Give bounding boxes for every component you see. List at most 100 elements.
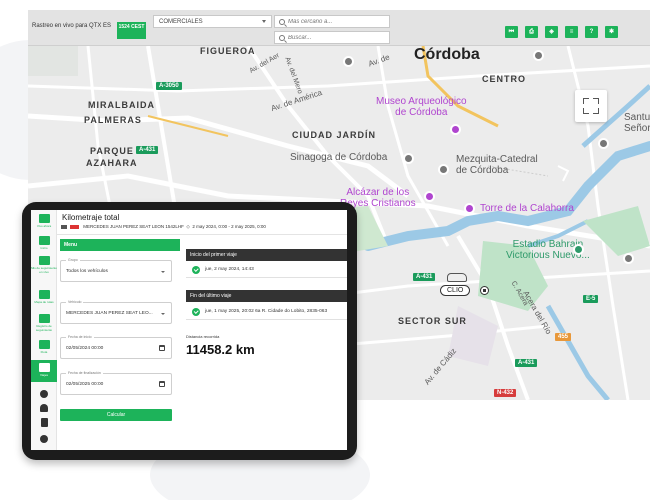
start-date-field[interactable]: Fecha de inicio 02/05/2024 00:00 (60, 335, 172, 359)
sidebar-item-live[interactable]: Vivo ahora (31, 214, 57, 228)
end-date-field[interactable]: Fecha de finalización 02/05/2025 00:00 (60, 371, 172, 395)
sidebar-item-tracking[interactable]: Mis de seguimiento en vivo (31, 256, 57, 274)
header-subtitle: MERCEDES JUAN PEREZ SEAT LEON 1542LHF ◇ … (61, 224, 266, 230)
road-badge-a431: A-431 (413, 273, 436, 281)
home-icon (38, 236, 50, 245)
poi-mezquita-label: Mezquita-Catedral de Córdoba (456, 154, 538, 176)
category-select[interactable]: COMERCIALES (153, 15, 272, 28)
menu-bar: Menu (60, 239, 180, 251)
page-header: Kilometraje total MERCEDES JUAN PEREZ SE… (57, 210, 347, 235)
list-icon: ≡ (569, 29, 574, 35)
tablet-device: Vivo ahora Inicio Mis de seguimiento en … (22, 202, 357, 460)
sidebar-item-label: Mis de seguimiento en vivo (31, 266, 57, 274)
museum-icon[interactable] (450, 124, 461, 135)
nearby-search[interactable] (274, 15, 390, 28)
poi-sinagoga-label: Sinagoga de Córdoba (290, 152, 388, 163)
alerts-icon (40, 390, 48, 398)
sidebar: Vivo ahora Inicio Mis de seguimiento en … (31, 210, 57, 450)
user-icon (40, 404, 48, 412)
fullscreen-button[interactable] (575, 90, 607, 122)
road-badge-a3050: A-3050 (156, 82, 182, 90)
sidebar-item-routes[interactable]: Mapa de rutas (31, 290, 57, 304)
mosque-icon[interactable] (438, 164, 449, 175)
stadium-icon[interactable] (573, 244, 584, 255)
layers-icon: ◈ (549, 29, 554, 35)
printer-icon: ⎙ (529, 29, 534, 35)
sidebar-item-log[interactable]: Registro de seguimiento (31, 314, 57, 332)
calendar-icon[interactable] (159, 345, 165, 351)
map-label-figueroa: FIGUEROA (200, 46, 256, 56)
group-value: Todos los vehículos (66, 269, 108, 274)
tracking-icon (38, 256, 50, 265)
trips-icon (38, 290, 50, 299)
check-icon (192, 266, 200, 274)
sidebar-item-label: Vivo ahora (36, 224, 52, 228)
tablet-screen: Vivo ahora Inicio Mis de seguimiento en … (31, 210, 347, 450)
general-search[interactable] (274, 31, 390, 44)
castle-icon[interactable] (424, 191, 435, 202)
vehicle-select[interactable]: Vehículo MERCEDES JUAN PEREZ SEAT LEO... (60, 300, 172, 324)
map-label-parque: PARQUE (90, 146, 134, 156)
live-view-icon (38, 214, 50, 223)
poi-mezquita-line1: Mezquita-Catedral (456, 154, 538, 165)
first-trip-row: jue, 2 may 2024, 14:43 (186, 262, 347, 278)
skip-back-button[interactable]: ⏮ (505, 26, 518, 38)
check-icon (192, 308, 200, 316)
sidebar-item-user[interactable] (31, 404, 57, 412)
category-select-value: COMERCIALES (159, 19, 203, 25)
map-label-palmeras: PALMERAS (84, 115, 142, 125)
church-icon[interactable] (598, 138, 609, 149)
time-badge: 1524 CEST (117, 22, 146, 39)
last-trip-row: jue, 1 may 2025, 20:02 6a R. Cidade do L… (186, 304, 347, 320)
bus-icon (61, 224, 67, 229)
stop-marker-icon[interactable] (480, 286, 489, 295)
group-select[interactable]: Grupo Todos los vehículos (60, 258, 172, 282)
calendar-icon[interactable] (159, 381, 165, 387)
search-input[interactable] (288, 35, 383, 41)
help-button[interactable]: ? (585, 26, 598, 38)
calendar-icon: ◇ (185, 224, 192, 229)
poi-museo-line1: Museo Arqueológico (376, 96, 467, 107)
vehicle-label: Vehículo (66, 300, 84, 304)
car-icon[interactable] (447, 273, 467, 282)
place-icon[interactable] (533, 50, 544, 61)
synagogue-icon[interactable] (403, 153, 414, 164)
skip-back-icon: ⏮ (508, 29, 515, 35)
sidebar-item-label: Flota (40, 350, 48, 354)
tower-icon[interactable] (464, 203, 475, 214)
list-button[interactable]: ≡ (565, 26, 578, 38)
distance-value: 11458.2 km (186, 342, 255, 357)
app-title: Rastreo en vivo para QTX ES (32, 23, 112, 29)
stage: Rastreo en vivo para QTX ES 1524 CEST CO… (0, 0, 650, 500)
print-button[interactable]: ⎙ (525, 26, 538, 38)
sidebar-item-report[interactable] (31, 418, 57, 427)
nearby-input[interactable] (288, 19, 383, 25)
header-vehicle: MERCEDES JUAN PEREZ SEAT LEON 1542LHF (83, 224, 184, 229)
vehicle-label[interactable]: CLIO (440, 285, 471, 296)
group-label: Grupo (66, 258, 80, 262)
fullscreen-icon (583, 108, 589, 114)
start-date-value: 02/05/2024 00:00 (66, 346, 104, 351)
road-badge-a431: A-431 (515, 359, 538, 367)
settings-button[interactable]: ✱ (605, 26, 618, 38)
map-label-centro: CENTRO (482, 74, 526, 84)
poi-museo-label: Museo Arqueológico de Córdoba (376, 96, 467, 118)
road-badge-a431: A-431 (136, 146, 159, 154)
road-badge-e5: E-5 (583, 295, 599, 303)
sidebar-item-trips[interactable]: Viajes (31, 360, 57, 382)
sidebar-item-alerts[interactable] (31, 390, 57, 398)
log-icon (38, 314, 50, 323)
map-label-ciudad-jardin: CIUDAD JARDÍN (292, 130, 377, 140)
sidebar-item-settings[interactable] (31, 435, 57, 443)
place-icon[interactable] (623, 253, 634, 264)
gear-icon: ✱ (608, 29, 615, 35)
start-date-label: Fecha de inicio (66, 335, 94, 339)
chevron-down-icon (262, 20, 266, 23)
layers-button[interactable]: ◈ (545, 26, 558, 38)
sidebar-item-home[interactable]: Inicio (31, 236, 57, 250)
search-icon (279, 35, 285, 41)
road-badge-455: 455 (555, 333, 572, 341)
sidebar-item-fleet[interactable]: Flota (31, 340, 57, 354)
calculate-button[interactable]: Calcular (60, 409, 172, 421)
place-icon[interactable] (343, 56, 354, 67)
